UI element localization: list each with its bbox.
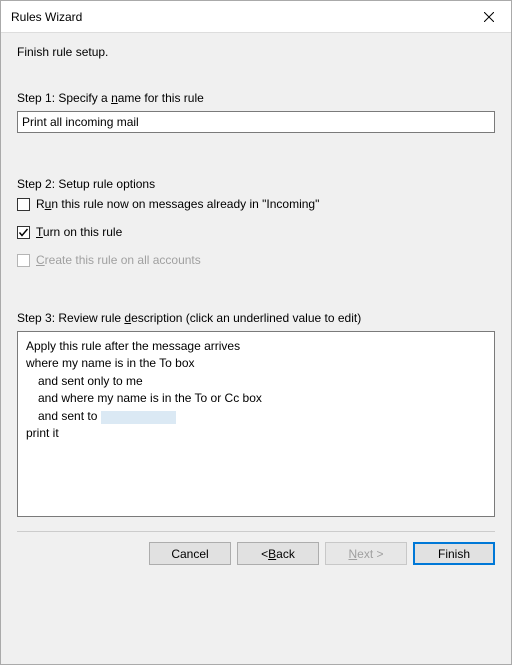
content-area: Finish rule setup. Step 1: Specify a nam… (1, 33, 511, 664)
checkbox-run-now[interactable]: Run this rule now on messages already in… (17, 197, 495, 211)
step3-label: Step 3: Review rule description (click a… (17, 311, 495, 325)
titlebar: Rules Wizard (1, 1, 511, 33)
rule-name-input[interactable] (17, 111, 495, 133)
checkbox-all-accounts: Create this rule on all accounts (17, 253, 495, 267)
step1-label: Step 1: Specify a name for this rule (17, 91, 495, 105)
close-icon (484, 12, 494, 22)
back-button[interactable]: < Back (237, 542, 319, 565)
step2-label: Step 2: Setup rule options (17, 177, 495, 191)
checkbox-icon (17, 254, 30, 267)
checkbox-label: Turn on this rule (36, 225, 122, 239)
checkbox-icon (17, 198, 30, 211)
rules-wizard-window: Rules Wizard Finish rule setup. Step 1: … (0, 0, 512, 665)
cancel-button[interactable]: Cancel (149, 542, 231, 565)
page-heading: Finish rule setup. (17, 45, 495, 59)
redacted-recipient[interactable] (101, 411, 176, 424)
checkbox-label: Create this rule on all accounts (36, 253, 201, 267)
rule-description-box[interactable]: Apply this rule after the message arrive… (17, 331, 495, 517)
finish-button[interactable]: Finish (413, 542, 495, 565)
desc-line: print it (26, 425, 486, 442)
desc-line: and where my name is in the To or Cc box (26, 390, 486, 407)
separator (17, 531, 495, 532)
checkbox-icon (17, 226, 30, 239)
desc-line: and sent to (26, 408, 486, 425)
button-row: Cancel < Back Next > Finish (17, 542, 495, 569)
checkbox-label: Run this rule now on messages already in… (36, 197, 319, 211)
window-title: Rules Wizard (11, 10, 466, 24)
close-button[interactable] (466, 1, 511, 33)
desc-line: and sent only to me (26, 373, 486, 390)
desc-line: where my name is in the To box (26, 355, 486, 372)
desc-line: Apply this rule after the message arrive… (26, 338, 486, 355)
checkbox-turn-on[interactable]: Turn on this rule (17, 225, 495, 239)
next-button: Next > (325, 542, 407, 565)
